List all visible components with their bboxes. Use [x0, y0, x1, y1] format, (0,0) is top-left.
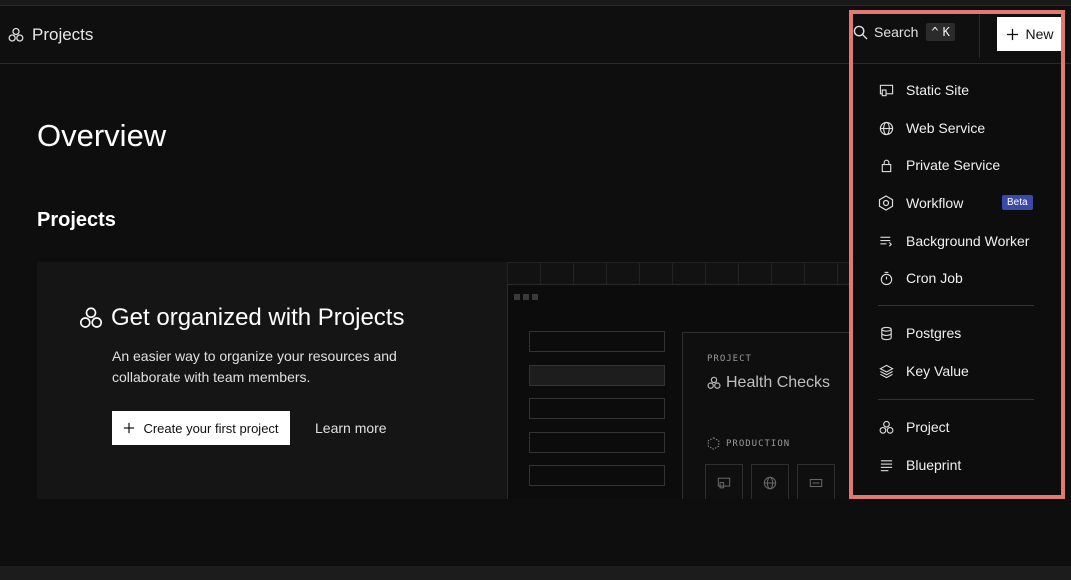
menu-item-label: Private Service — [906, 157, 1001, 173]
database-icon — [878, 325, 894, 341]
window-dots — [514, 294, 538, 300]
preview-list-item — [529, 432, 665, 453]
globe-icon — [878, 120, 894, 136]
menu-item-static-site[interactable]: Static Site — [849, 75, 1065, 105]
preview-card-label: PROJECT — [707, 354, 752, 364]
workflow-icon — [878, 195, 894, 211]
menu-item-workflow[interactable]: Workflow Beta — [849, 188, 1065, 218]
plus-icon — [1006, 28, 1019, 41]
menu-divider — [878, 399, 1034, 400]
promo-heading-text: Get organized with Projects — [111, 304, 405, 331]
preview-illustration: PROJECT Health Checks PRODUCTION — [507, 284, 849, 499]
search-shortcut: ^ K — [926, 23, 955, 41]
menu-item-web-service[interactable]: Web Service — [849, 113, 1065, 143]
beta-badge: Beta — [1002, 195, 1033, 210]
bottom-bar — [0, 566, 1071, 580]
lock-icon — [878, 157, 894, 173]
search-icon — [853, 25, 868, 40]
blueprint-icon — [878, 457, 894, 473]
preview-tile — [751, 464, 789, 499]
preview-card-title: Health Checks — [707, 374, 830, 392]
create-project-button[interactable]: Create your first project — [112, 411, 290, 445]
menu-item-label: Key Value — [906, 363, 969, 379]
menu-item-label: Project — [906, 419, 950, 435]
search-label: Search — [874, 24, 919, 40]
promo-description: An easier way to organize your resources… — [112, 348, 397, 385]
new-button[interactable]: New — [997, 17, 1063, 51]
menu-item-label: Background Worker — [906, 233, 1030, 249]
preview-card-title-text: Health Checks — [726, 374, 831, 391]
new-dropdown-menu: Static Site Web Service Private Service … — [849, 64, 1065, 497]
menu-item-label: Postgres — [906, 325, 962, 341]
preview-list-item — [529, 465, 665, 486]
preview-tile — [797, 464, 835, 499]
new-button-label: New — [1025, 26, 1054, 42]
preview-tile — [705, 464, 743, 499]
preview-list-item — [529, 398, 665, 419]
shortcut-key: K — [942, 25, 950, 39]
menu-item-label: Static Site — [906, 82, 970, 98]
top-header: Projects Search ^ K New — [0, 6, 1071, 64]
menu-item-key-value[interactable]: Key Value — [849, 356, 1065, 386]
projects-icon — [8, 27, 24, 43]
menu-item-blueprint[interactable]: Blueprint — [849, 450, 1065, 480]
menu-item-label: Cron Job — [906, 270, 963, 286]
menu-item-background-worker[interactable]: Background Worker — [849, 226, 1065, 256]
brand-label: Projects — [32, 25, 94, 44]
menu-divider — [878, 305, 1034, 306]
projects-promo-card: Get organized with Projects An easier wa… — [37, 262, 849, 499]
keyboard-icon — [809, 476, 823, 490]
preview-list-item — [529, 365, 665, 386]
preview-project-card: PROJECT Health Checks PRODUCTION — [682, 332, 849, 499]
brand[interactable]: Projects — [8, 25, 93, 45]
plus-icon — [123, 422, 135, 434]
hexagon-icon — [707, 437, 720, 450]
preview-card-env-text: PRODUCTION — [726, 438, 791, 449]
worker-icon — [878, 233, 894, 249]
globe-icon — [763, 476, 777, 490]
menu-item-label: Blueprint — [906, 457, 962, 473]
menu-item-postgres[interactable]: Postgres — [849, 318, 1065, 348]
menu-item-project[interactable]: Project — [849, 412, 1065, 442]
static-site-icon — [717, 476, 731, 490]
header-divider — [979, 14, 980, 58]
projects-icon — [79, 306, 103, 330]
menu-item-private-service[interactable]: Private Service — [849, 150, 1065, 180]
learn-more-link[interactable]: Learn more — [315, 420, 387, 436]
projects-icon — [707, 376, 721, 390]
promo-heading: Get organized with Projects — [79, 304, 404, 332]
menu-item-cron-job[interactable]: Cron Job — [849, 263, 1065, 293]
menu-item-label: Workflow — [906, 195, 964, 211]
search-button[interactable]: Search ^ K — [853, 23, 955, 41]
preview-list-item — [529, 331, 665, 352]
layers-icon — [878, 363, 894, 379]
section-title: Projects — [37, 209, 116, 231]
stopwatch-icon — [878, 270, 894, 286]
ctrl-key-icon: ^ — [931, 25, 939, 39]
page-title: Overview — [37, 118, 167, 153]
preview-card-env: PRODUCTION — [707, 437, 790, 450]
static-site-icon — [878, 82, 894, 98]
project-icon — [878, 419, 894, 435]
create-project-label: Create your first project — [143, 420, 279, 436]
menu-item-label: Web Service — [906, 120, 986, 136]
